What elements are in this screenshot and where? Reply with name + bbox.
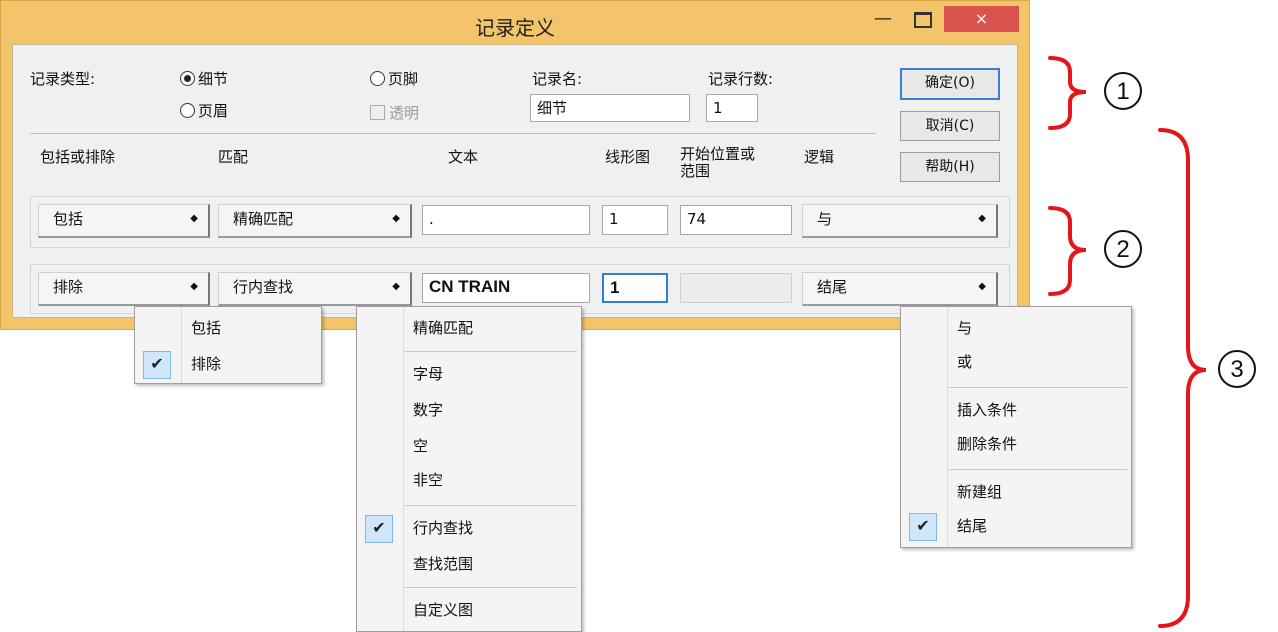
annotation-brackets (1048, 56, 1207, 628)
callout-2: 2 (1104, 230, 1142, 268)
bracket-1 (1048, 56, 1087, 130)
bracket-3 (1158, 128, 1207, 628)
callout-1: 1 (1104, 72, 1142, 110)
bracket-2 (1048, 206, 1087, 296)
callout-3: 3 (1218, 350, 1256, 388)
